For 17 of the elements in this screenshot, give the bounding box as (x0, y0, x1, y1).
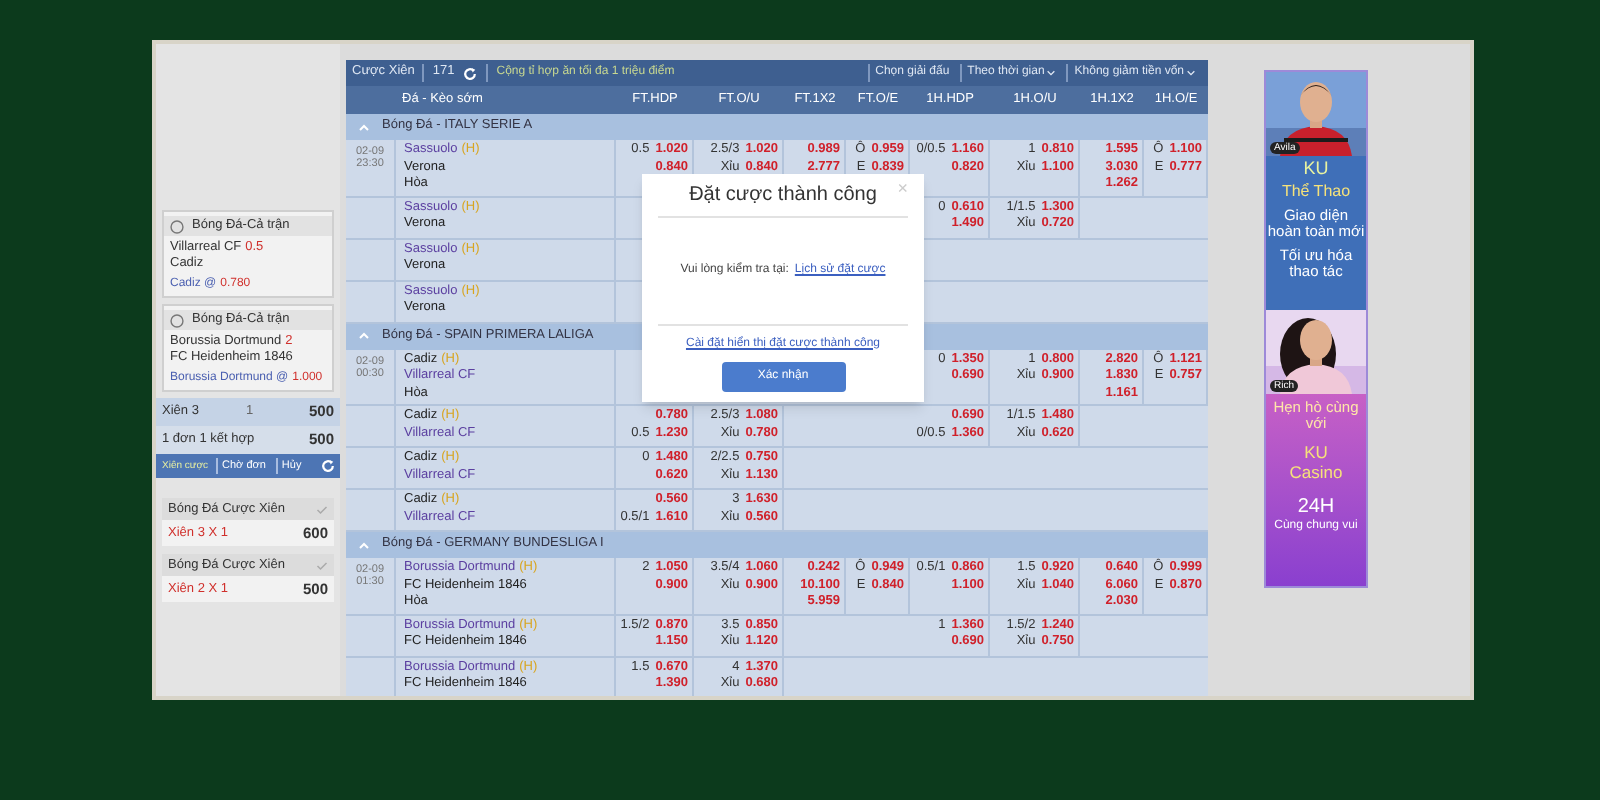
brand-text: KU (1304, 444, 1328, 462)
brand-text: KU (1303, 160, 1329, 178)
chevron-up-icon[interactable] (358, 121, 370, 133)
product-text: Casino (1289, 464, 1343, 482)
check-icon (316, 559, 328, 571)
dialog-title: Đặt cược thành công (689, 184, 877, 208)
chevron-up-icon[interactable] (358, 330, 370, 342)
chevron-down-icon (1186, 68, 1196, 78)
chevron-up-icon[interactable] (358, 539, 370, 551)
hours-text: 24H (1297, 496, 1335, 518)
product-text: Thể Thao (1281, 182, 1351, 200)
check-icon (316, 503, 328, 515)
refresh-icon[interactable] (320, 458, 336, 474)
chevron-down-icon (1046, 68, 1057, 78)
info-icon (170, 219, 184, 233)
refresh-icon[interactable] (462, 65, 479, 81)
info-icon (170, 313, 184, 327)
